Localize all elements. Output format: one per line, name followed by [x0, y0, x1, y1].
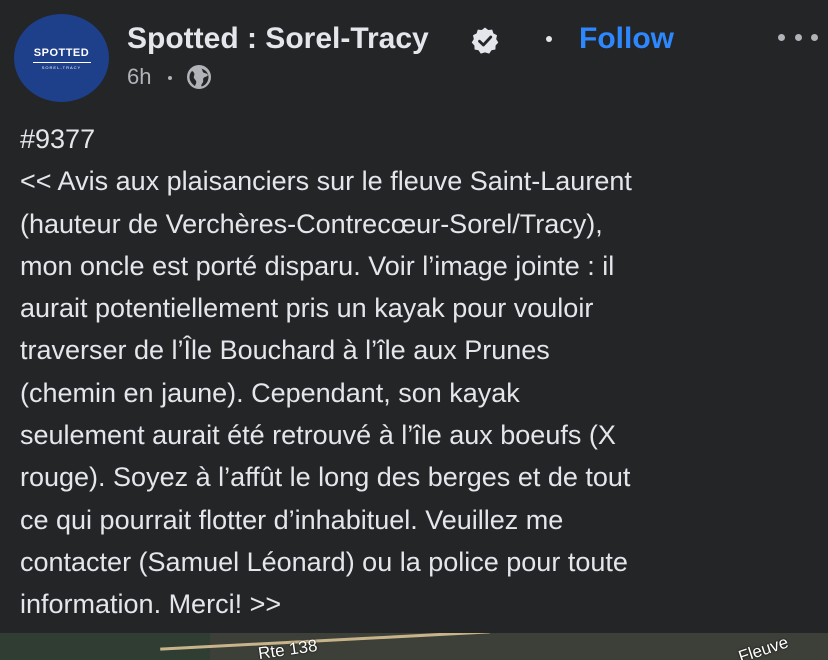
map-river-label: Fleuve: [736, 633, 791, 660]
avatar-sub-text: SOREL-TRACY: [41, 64, 82, 70]
post-header: SPOTTED SOREL-TRACY Spotted : Sorel-Trac…: [0, 0, 828, 110]
page-name-link[interactable]: Spotted : Sorel-Tracy: [127, 22, 429, 56]
map-route-label: Rte 138: [256, 635, 319, 660]
globe-icon: [187, 65, 211, 89]
verified-badge-icon: [471, 27, 499, 54]
more-dot: [794, 34, 802, 41]
page-avatar[interactable]: SPOTTED SOREL-TRACY: [14, 14, 109, 102]
more-dot: [811, 34, 818, 41]
avatar-divider: [32, 61, 91, 63]
more-options-icon[interactable]: [778, 34, 818, 46]
separator-dot: [546, 36, 552, 42]
avatar-logo-text: SPOTTED: [33, 46, 90, 59]
more-dot: [778, 34, 785, 41]
meta-separator-dot: [168, 76, 172, 80]
post-timestamp[interactable]: 6h: [127, 64, 151, 90]
follow-button[interactable]: Follow: [579, 22, 674, 56]
post-text: #9377 << Avis aux plaisanciers sur le fl…: [20, 124, 632, 620]
attached-map-image[interactable]: Rte 138 Fleuve: [0, 633, 828, 660]
